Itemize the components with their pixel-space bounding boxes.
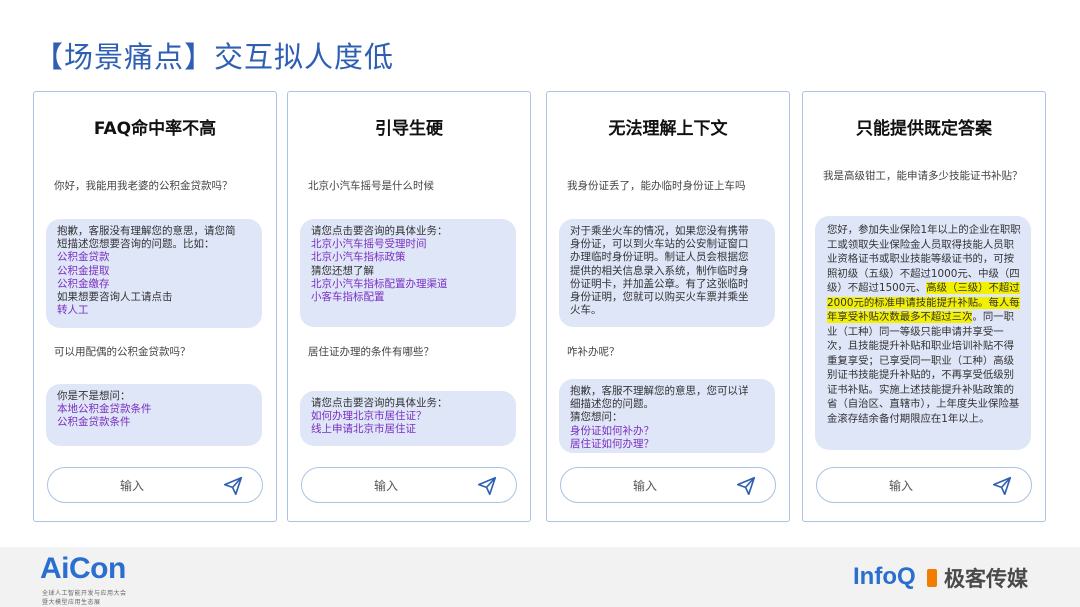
chat-input[interactable]: 输入 (301, 467, 517, 503)
reply-line: 猜您想问： (570, 411, 623, 424)
suggestion-link[interactable]: 居住证如何办理？ (570, 438, 765, 451)
bot-reply-bubble: 对于乘坐火车的情况，如果您没有携带 身份证，可以到火车站的公安制证窗口 办理临时… (559, 219, 775, 327)
reply-line: 猜您还想了解 (311, 264, 374, 277)
suggestion-link[interactable]: 小客车指标配置 (311, 291, 506, 304)
suggestion-link[interactable]: 本地公积金贷款条件 (57, 403, 252, 416)
chat-card-guidance: 引导生硬 北京小汽车摇号是什么时候 请您点击要咨询的具体业务： 北京小汽车摇号受… (287, 91, 531, 522)
input-placeholder: 输入 (373, 479, 398, 493)
reply-paragraph: 您好，参加失业保险1年以上的企业在职职工或领取失业保险金人员取得技能人员职业资格… (827, 223, 1021, 426)
input-placeholder: 输入 (888, 479, 913, 493)
geek-media-logo: 极客传媒 (944, 567, 1028, 591)
reply-line: 对于乘坐火车的情况，如果您没有携带 (570, 225, 749, 237)
infoq-logo: InfoQ (853, 563, 916, 590)
footer-bar: AiCon 全球人工智能开发与应用大会 暨大模型应用生态展 InfoQ 极客传媒 (0, 547, 1080, 607)
suggestion-link[interactable]: 公积金缴存 (57, 278, 252, 291)
reply-line: 身份证，可以到火车站的公安制证窗口 (570, 238, 749, 251)
suggestion-link[interactable]: 如何办理北京市居住证？ (311, 410, 506, 423)
card-title: FAQ命中率不高 (93, 119, 217, 139)
send-plane-icon[interactable] (735, 475, 757, 497)
reply-text: 。同一职业（工种）同一等级只能申请并享受一次，且技能提升补贴和职业培训补贴不得重… (827, 311, 1020, 425)
card-title: 引导生硬 (375, 119, 443, 139)
aicon-tagline: 全球人工智能开发与应用大会 (42, 590, 127, 597)
bot-reply-bubble: 您好，参加失业保险1年以上的企业在职职工或领取失业保险金人员取得技能人员职业资格… (815, 216, 1031, 450)
send-plane-icon[interactable] (476, 475, 498, 497)
chat-input[interactable]: 输入 (560, 467, 776, 503)
reply-line: 提供的相关信息录入系统，制作临时身 (570, 264, 749, 277)
reply-line: 火车。 (570, 304, 602, 317)
reply-line: 请您点击要咨询的具体业务： (311, 397, 448, 409)
user-question: 我身份证丢了，能办临时身份证上车吗 (567, 180, 746, 192)
user-question: 咋补办呢？ (567, 346, 620, 358)
aicon-tagline: 暨大模型应用生态展 (42, 599, 101, 606)
chat-card-fixed-answers: 只能提供既定答案 我是高级钳工，能申请多少技能证书补贴？ 您好，参加失业保险1年… (802, 91, 1046, 522)
transfer-human-link[interactable]: 转人工 (57, 304, 252, 317)
input-placeholder: 输入 (119, 479, 144, 493)
reply-line: 你是不是想问： (57, 390, 131, 402)
user-question: 我是高级钳工，能申请多少技能证书补贴？ (823, 170, 1023, 182)
bot-reply-bubble: 请您点击要咨询的具体业务： 如何办理北京市居住证？ 线上申请北京市居住证 (300, 391, 516, 446)
suggestion-link[interactable]: 公积金提取 (57, 265, 252, 278)
slide-title: 【场景痛点】交互拟人度低 (34, 40, 395, 74)
user-question: 北京小汽车摇号是什么时候 (308, 180, 434, 192)
reply-line: 办理临时身份证明。制证人员会根据您 (570, 251, 749, 264)
reply-line: 请您点击要咨询的具体业务： (311, 225, 448, 237)
user-question: 你好，我能用我老婆的公积金贷款吗？ (54, 180, 233, 192)
reply-line: 短描述您想要咨询的问题。比如： (57, 238, 215, 251)
bot-reply-bubble: 请您点击要咨询的具体业务： 北京小汽车摇号受理时间 北京小汽车指标政策 猜您还想… (300, 219, 516, 327)
reply-line: 细描述您的问题。 (570, 398, 654, 411)
send-plane-icon[interactable] (991, 475, 1013, 497)
suggestion-link[interactable]: 身份证如何补办？ (570, 425, 765, 438)
aicon-logo: AiCon (40, 552, 126, 585)
bot-reply-bubble: 抱歉，客服没有理解您的意思，请您简 短描述您想要咨询的问题。比如： 公积金贷款 … (46, 219, 262, 328)
card-title: 只能提供既定答案 (856, 119, 992, 139)
bot-reply-bubble: 你是不是想问： 本地公积金贷款条件 公积金贷款条件 (46, 384, 262, 446)
reply-line: 份证明卡，并加盖公章。有了这张临时 (570, 277, 749, 290)
reply-line: 抱歉，客服不理解您的意思，您可以详 (570, 385, 749, 397)
chat-input[interactable]: 输入 (816, 467, 1032, 503)
chat-card-faq: FAQ命中率不高 你好，我能用我老婆的公积金贷款吗？ 抱歉，客服没有理解您的意思… (33, 91, 277, 522)
input-placeholder: 输入 (632, 479, 657, 493)
suggestion-link[interactable]: 公积金贷款 (57, 251, 252, 264)
bot-reply-bubble: 抱歉，客服不理解您的意思，您可以详 细描述您的问题。 猜您想问： 身份证如何补办… (559, 379, 775, 453)
suggestion-link[interactable]: 北京小汽车指标配置办理渠道 (311, 278, 506, 291)
user-question: 居住证办理的条件有哪些？ (308, 346, 434, 358)
send-plane-icon[interactable] (222, 475, 244, 497)
reply-line: 抱歉，客服没有理解您的意思，请您简 (57, 225, 236, 237)
user-question: 可以用配偶的公积金贷款吗？ (54, 346, 191, 358)
suggestion-link[interactable]: 线上申请北京市居住证 (311, 423, 506, 436)
chat-card-context: 无法理解上下文 我身份证丢了，能办临时身份证上车吗 对于乘坐火车的情况，如果您没… (546, 91, 790, 522)
reply-line: 如果想要咨询人工请点击 (57, 291, 173, 304)
suggestion-link[interactable]: 北京小汽车摇号受理时间 (311, 238, 506, 251)
card-title: 无法理解上下文 (608, 119, 728, 139)
geek-badge-icon (927, 569, 937, 587)
suggestion-link[interactable]: 公积金贷款条件 (57, 416, 252, 429)
chat-input[interactable]: 输入 (47, 467, 263, 503)
suggestion-link[interactable]: 北京小汽车指标政策 (311, 251, 506, 264)
reply-line: 身份证明，您就可以购买火车票并乘坐 (570, 291, 749, 304)
